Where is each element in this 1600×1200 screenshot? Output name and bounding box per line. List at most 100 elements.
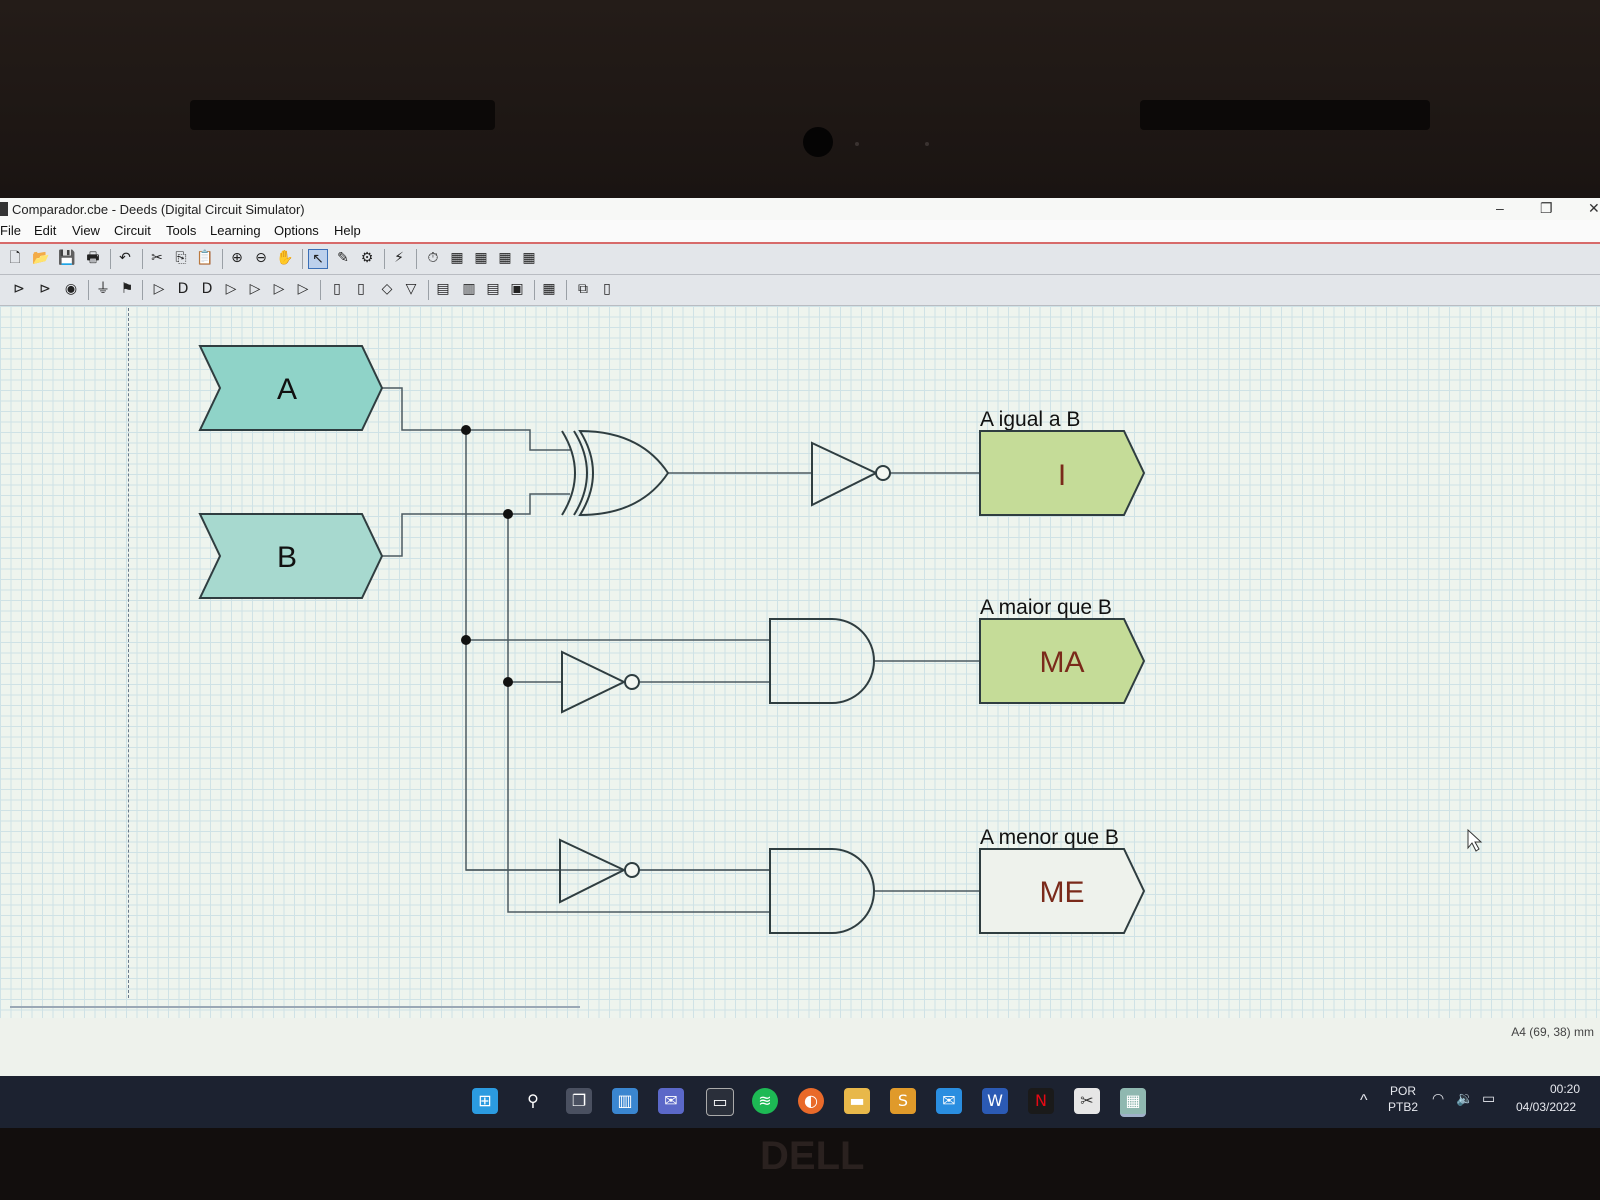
not-gate-a[interactable] bbox=[559, 838, 640, 904]
output-equal[interactable]: A igual a B I bbox=[979, 408, 1146, 516]
not-gate-b[interactable] bbox=[561, 650, 640, 714]
netflix-icon[interactable]: N bbox=[1028, 1088, 1054, 1114]
xor-gate[interactable] bbox=[561, 429, 670, 517]
latch-icon[interactable]: ▯ bbox=[352, 280, 370, 298]
zoom-in-icon[interactable]: ⊕ bbox=[228, 249, 246, 267]
display-icon[interactable]: ▣ bbox=[508, 280, 526, 298]
ground-icon[interactable]: ⏚ bbox=[94, 280, 112, 298]
menu-learning[interactable]: Learning bbox=[210, 223, 261, 238]
block-icon[interactable]: ⧉ bbox=[574, 280, 592, 298]
chip-icon[interactable]: ▦ bbox=[448, 249, 466, 267]
language-indicator[interactable]: POR bbox=[1390, 1084, 1416, 1098]
copy-icon[interactable]: ⎘ bbox=[172, 249, 190, 267]
select-arrow-icon[interactable]: ↖ bbox=[308, 249, 328, 269]
chip-icon[interactable]: ▦ bbox=[520, 249, 538, 267]
xor-gate-icon[interactable]: ▷ bbox=[270, 280, 288, 298]
zoom-out-icon[interactable]: ⊖ bbox=[252, 249, 270, 267]
deeds-app-icon[interactable]: ▦ bbox=[1120, 1088, 1146, 1117]
toolbar-separator bbox=[222, 249, 223, 269]
file-explorer-icon[interactable]: ▬ bbox=[844, 1088, 870, 1114]
nand-gate-icon[interactable]: D bbox=[198, 280, 216, 298]
input-b[interactable]: B bbox=[198, 513, 384, 599]
word-icon[interactable]: W bbox=[982, 1088, 1008, 1114]
input-a[interactable]: A bbox=[198, 345, 384, 431]
output-greater[interactable]: A maior que B MA bbox=[979, 596, 1146, 704]
simulation-icon[interactable]: ⚡ bbox=[390, 249, 408, 267]
widgets-icon[interactable]: ▥ bbox=[612, 1088, 638, 1114]
and-gate-less[interactable] bbox=[769, 848, 875, 934]
print-icon[interactable]: 🖶 bbox=[84, 249, 102, 267]
wifi-icon[interactable]: ◠ bbox=[1432, 1090, 1444, 1107]
wires bbox=[380, 387, 980, 913]
hand-pan-icon[interactable]: ✋ bbox=[276, 249, 294, 267]
junction-dot bbox=[461, 425, 471, 435]
horizontal-scrollbar[interactable] bbox=[10, 1006, 580, 1008]
chip-icon[interactable]: ▦ bbox=[472, 249, 490, 267]
menu-file[interactable]: File bbox=[0, 223, 21, 238]
not-gate-equal[interactable] bbox=[811, 441, 891, 507]
battery-icon[interactable]: ▭ bbox=[1482, 1090, 1495, 1107]
app-icon bbox=[0, 202, 8, 216]
chip-icon[interactable]: ▦ bbox=[496, 249, 514, 267]
text-label-icon[interactable]: ▯ bbox=[598, 280, 616, 298]
not-gate-triangle bbox=[559, 838, 627, 904]
flipflop-icon[interactable]: ▯ bbox=[328, 280, 346, 298]
firefox-icon[interactable]: ◐ bbox=[798, 1088, 824, 1114]
mux-icon[interactable]: ▽ bbox=[402, 280, 420, 298]
sublime-text-icon[interactable]: S bbox=[890, 1088, 916, 1114]
timing-icon[interactable]: ⏱ bbox=[424, 249, 442, 267]
nor-gate-icon[interactable]: ▷ bbox=[246, 280, 264, 298]
open-folder-icon[interactable]: 📂 bbox=[32, 249, 50, 267]
save-icon[interactable]: 💾 bbox=[58, 249, 76, 267]
input-icon[interactable]: ⊳ bbox=[10, 280, 28, 298]
menu-circuit[interactable]: Circuit bbox=[114, 223, 151, 238]
menu-view[interactable]: View bbox=[72, 223, 100, 238]
terminal-icon[interactable]: ▭ bbox=[706, 1088, 734, 1116]
and-gate-icon[interactable]: D bbox=[174, 280, 192, 298]
circuit-canvas[interactable]: A B A igual a B I A maior que B MA A men… bbox=[0, 306, 1600, 1018]
keyboard-layout-indicator[interactable]: PTB2 bbox=[1388, 1100, 1418, 1114]
volume-icon[interactable]: 🔉 bbox=[1456, 1090, 1473, 1107]
paste-icon[interactable]: 📋 bbox=[196, 249, 214, 267]
junctions bbox=[461, 425, 513, 687]
tristate-icon[interactable]: ◇ bbox=[378, 280, 396, 298]
output-equal-caption: A igual a B bbox=[980, 408, 1080, 431]
snipping-tool-icon[interactable]: ✂ bbox=[1074, 1088, 1100, 1114]
menu-options[interactable]: Options bbox=[274, 223, 319, 238]
restore-button[interactable]: ❐ bbox=[1540, 200, 1553, 217]
chevron-up-icon[interactable]: ^ bbox=[1360, 1092, 1368, 1110]
clock-date[interactable]: 04/03/2022 bbox=[1516, 1100, 1576, 1114]
toolbar-separator bbox=[142, 249, 143, 269]
counter-icon[interactable]: ▤ bbox=[434, 280, 452, 298]
task-view-icon[interactable]: ❐ bbox=[566, 1088, 592, 1114]
search-icon[interactable]: ⚲ bbox=[520, 1088, 546, 1114]
toolbar-separator bbox=[384, 249, 385, 269]
menu-tools[interactable]: Tools bbox=[166, 223, 196, 238]
output-less[interactable]: A menor que B ME bbox=[979, 826, 1146, 934]
xor-gate-input-arc bbox=[561, 430, 576, 516]
menu-edit[interactable]: Edit bbox=[34, 223, 56, 238]
windows-start-icon[interactable]: ⊞ bbox=[472, 1088, 498, 1114]
close-button[interactable]: ✕ bbox=[1588, 200, 1600, 217]
edit-component-icon[interactable]: ⚙ bbox=[358, 249, 376, 267]
and-gate-greater[interactable] bbox=[769, 618, 875, 704]
spotify-icon[interactable]: ≋ bbox=[752, 1088, 778, 1114]
cut-icon[interactable]: ✂ bbox=[148, 249, 166, 267]
chat-icon[interactable]: ✉ bbox=[658, 1088, 684, 1114]
output-icon[interactable]: ⊳ bbox=[36, 280, 54, 298]
probe-icon[interactable]: ◉ bbox=[62, 280, 80, 298]
new-file-icon[interactable]: 🗋 bbox=[6, 249, 24, 267]
undo-icon[interactable]: ↶ bbox=[116, 249, 134, 267]
xnor-gate-icon[interactable]: ▷ bbox=[294, 280, 312, 298]
vcc-icon[interactable]: ⚑ bbox=[118, 280, 136, 298]
memory-icon[interactable]: ▤ bbox=[484, 280, 502, 298]
menu-help[interactable]: Help bbox=[334, 223, 361, 238]
wire-pen-icon[interactable]: ✎ bbox=[334, 249, 352, 267]
keyboard-icon[interactable]: ▦ bbox=[540, 280, 558, 298]
clock-time[interactable]: 00:20 bbox=[1550, 1082, 1580, 1096]
register-icon[interactable]: ▥ bbox=[460, 280, 478, 298]
or-gate-icon[interactable]: ▷ bbox=[222, 280, 240, 298]
buffer-gate-icon[interactable]: ▷ bbox=[150, 280, 168, 298]
minimize-button[interactable]: – bbox=[1496, 200, 1504, 216]
mail-icon[interactable]: ✉ bbox=[936, 1088, 962, 1114]
